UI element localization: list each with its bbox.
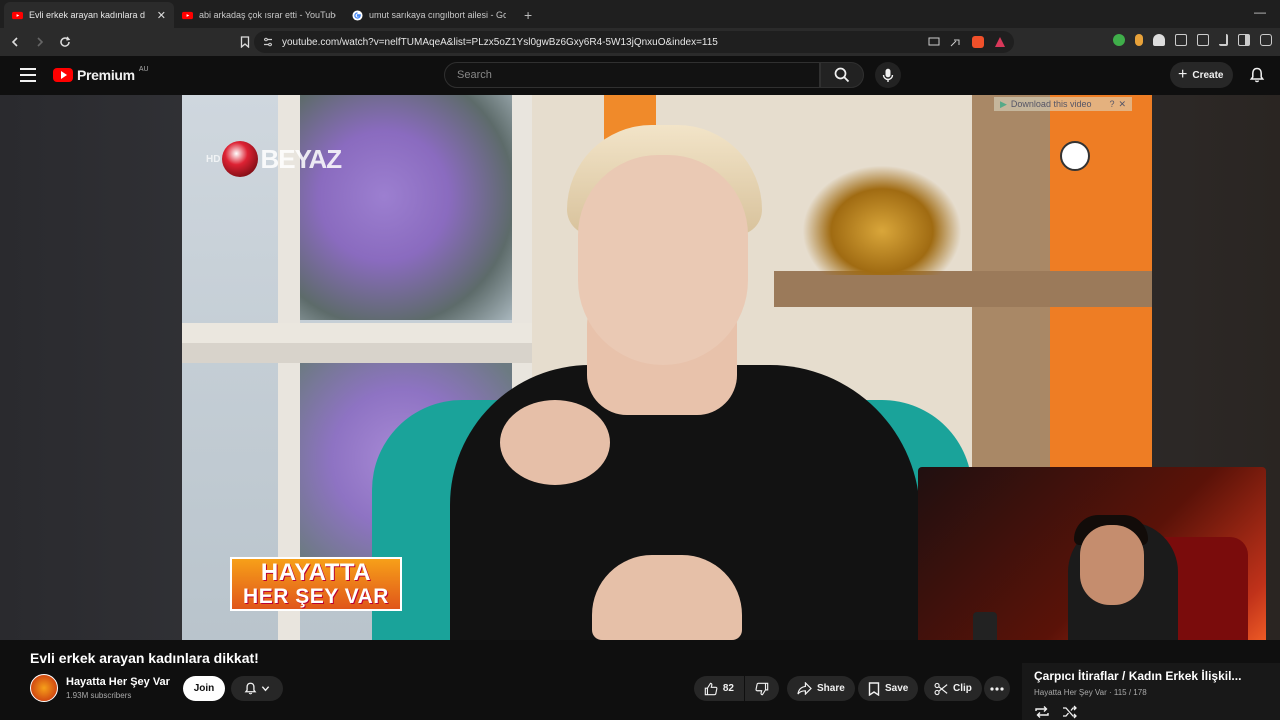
clip-label: Clip bbox=[953, 683, 972, 694]
watermark-text: BEYAZ bbox=[260, 143, 342, 174]
watermark-hd: HD bbox=[206, 153, 221, 165]
scene-gold-lamp bbox=[802, 165, 962, 275]
share-page-icon[interactable] bbox=[950, 37, 962, 47]
show-logo: HAYATTA HER ŞEY VAR bbox=[230, 557, 402, 611]
show-logo-line2: HER ŞEY VAR bbox=[243, 585, 389, 608]
download-video-banner[interactable]: ▶ Download this video ? ✕ bbox=[994, 97, 1133, 111]
help-icon[interactable]: ? bbox=[1109, 99, 1114, 109]
save-bookmark-icon bbox=[868, 681, 880, 696]
save-button[interactable]: Save bbox=[858, 676, 919, 701]
scissors-icon bbox=[934, 682, 948, 695]
search-icon bbox=[834, 67, 850, 83]
voice-search-button[interactable] bbox=[875, 62, 901, 88]
subscription-bell-button[interactable] bbox=[231, 676, 283, 701]
brave-shield-icon[interactable] bbox=[972, 36, 984, 48]
dislike-button[interactable] bbox=[745, 676, 779, 701]
window-minimize-icon[interactable]: — bbox=[1254, 5, 1266, 19]
create-button[interactable]: + Create bbox=[1170, 62, 1234, 88]
channel-avatar[interactable] bbox=[30, 674, 58, 702]
tab-title: abi arkadaş çok ısrar etti - YouTube bbox=[199, 10, 336, 20]
scene-shelf bbox=[774, 271, 1152, 307]
clip-button[interactable]: Clip bbox=[924, 676, 982, 701]
thumbs-up-icon bbox=[704, 682, 718, 695]
browser-tab-3[interactable]: umut sarıkaya cıngılbort ailesi - Goog bbox=[344, 2, 514, 28]
wallet-icon[interactable] bbox=[1260, 34, 1272, 46]
site-info-icon[interactable] bbox=[262, 36, 274, 48]
show-logo-line1: HAYATTA bbox=[260, 559, 372, 586]
extension-pin-icon[interactable] bbox=[1135, 34, 1143, 46]
play-icon: ▶ bbox=[1000, 98, 1007, 109]
youtube-play-logo-icon bbox=[53, 68, 73, 82]
scene-presenter-face bbox=[578, 155, 748, 365]
url-text: youtube.com/watch?v=nelfTUMAqeA&list=PLz… bbox=[282, 36, 718, 48]
shuffle-icon[interactable] bbox=[1062, 705, 1078, 719]
microphone-icon bbox=[882, 68, 894, 82]
bell-icon bbox=[244, 682, 257, 695]
new-tab-button[interactable]: + bbox=[514, 2, 542, 28]
like-button[interactable]: 82 bbox=[694, 676, 744, 701]
share-arrow-icon bbox=[797, 682, 812, 695]
create-label: Create bbox=[1192, 69, 1224, 81]
webcam-streamer-face bbox=[1080, 525, 1144, 605]
forward-icon[interactable] bbox=[30, 32, 50, 52]
loop-icon[interactable] bbox=[1034, 705, 1050, 719]
hamburger-menu-icon[interactable] bbox=[20, 68, 36, 82]
cast-icon[interactable] bbox=[928, 37, 940, 47]
extension-box-icon[interactable] bbox=[1197, 34, 1209, 46]
scene-flowers-top bbox=[292, 95, 522, 320]
video-title: Evli erkek arayan kadınlara dikkat! bbox=[30, 650, 259, 666]
scene-presenter-hands bbox=[592, 555, 742, 640]
region-code: AU bbox=[138, 65, 149, 73]
playlist-title[interactable]: Çarpıcı İtiraflar / Kadın Erkek İlişkil.… bbox=[1034, 669, 1270, 683]
browser-tab-strip: Evli erkek arayan kadınlara dikkat ✕ abi… bbox=[0, 0, 1280, 28]
close-icon[interactable]: ✕ bbox=[1119, 99, 1127, 110]
like-count: 82 bbox=[722, 683, 734, 694]
join-button[interactable]: Join bbox=[183, 676, 225, 701]
extension-leaf-icon[interactable] bbox=[1113, 34, 1125, 46]
search-input[interactable]: Search bbox=[444, 62, 820, 88]
chevron-down-icon bbox=[261, 686, 270, 692]
back-icon[interactable] bbox=[5, 32, 25, 52]
channel-name[interactable]: Hayatta Her Şey Var bbox=[66, 676, 170, 688]
address-bar[interactable]: youtube.com/watch?v=nelfTUMAqeA&list=PLz… bbox=[254, 31, 1014, 53]
corner-channel-badge-icon bbox=[1060, 141, 1090, 171]
browser-tab-2[interactable]: abi arkadaş çok ısrar etti - YouTube bbox=[174, 2, 344, 28]
save-label: Save bbox=[885, 683, 909, 694]
reload-icon[interactable] bbox=[55, 32, 75, 52]
youtube-favicon-icon bbox=[12, 11, 23, 19]
channel-ball-logo-icon bbox=[222, 141, 259, 177]
brave-rewards-icon[interactable] bbox=[994, 36, 1006, 48]
scene-frame bbox=[182, 343, 532, 363]
browser-toolbar: youtube.com/watch?v=nelfTUMAqeA&list=PLz… bbox=[0, 28, 1280, 56]
scene-presenter-shoulder bbox=[500, 400, 610, 485]
logo-text: Premium bbox=[77, 67, 135, 83]
share-label: Share bbox=[817, 683, 845, 694]
media-control-icon[interactable] bbox=[1219, 34, 1228, 46]
download-banner-text: Download this video bbox=[1010, 99, 1092, 109]
notifications-bell-icon[interactable] bbox=[1249, 67, 1265, 83]
youtube-header: Premium AU Search + Create bbox=[0, 56, 1280, 94]
sidebar-toggle-icon[interactable] bbox=[1238, 34, 1250, 46]
more-horizontal-icon bbox=[990, 686, 1004, 691]
browser-tab-1[interactable]: Evli erkek arayan kadınlara dikkat ✕ bbox=[4, 2, 174, 28]
scene-frame bbox=[182, 323, 532, 343]
thumbs-down-icon bbox=[755, 682, 769, 695]
extension-ghost-icon[interactable] bbox=[1153, 34, 1165, 46]
more-actions-button[interactable] bbox=[984, 676, 1010, 701]
youtube-premium-logo[interactable]: Premium AU bbox=[53, 65, 149, 83]
bookmark-icon[interactable] bbox=[235, 32, 255, 52]
google-favicon-icon bbox=[352, 9, 363, 21]
plus-icon: + bbox=[1178, 66, 1188, 83]
youtube-favicon-icon bbox=[182, 11, 193, 19]
subscriber-count: 1.93M subscribers bbox=[66, 691, 132, 700]
tab-close-icon[interactable]: ✕ bbox=[157, 9, 166, 22]
tab-title: Evli erkek arayan kadınlara dikkat bbox=[29, 10, 145, 20]
webcam-overlay bbox=[918, 467, 1266, 663]
extensions-puzzle-icon[interactable] bbox=[1175, 34, 1187, 46]
share-button[interactable]: Share bbox=[787, 676, 855, 701]
search-button[interactable] bbox=[820, 62, 864, 88]
playlist-meta: Hayatta Her Şey Var · 115 / 178 bbox=[1034, 688, 1147, 697]
tab-title: umut sarıkaya cıngılbort ailesi - Goog bbox=[369, 10, 506, 20]
tv-channel-watermark: HD BEYAZ bbox=[206, 141, 342, 177]
